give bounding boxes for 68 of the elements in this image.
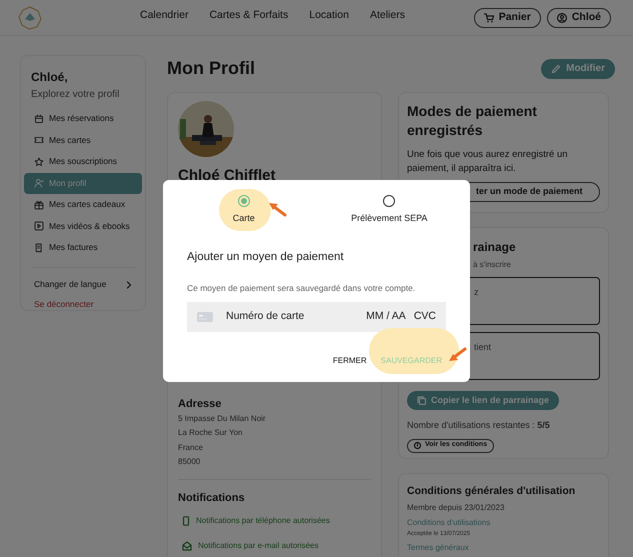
terms-link[interactable]: Conditions d'utilisations xyxy=(407,516,490,529)
sidebar-item[interactable]: Mon profil xyxy=(24,172,142,194)
section-title: Notifications xyxy=(178,491,246,506)
sidebar-item[interactable]: Mes factures xyxy=(24,237,142,258)
calendar-icon xyxy=(34,114,44,124)
star-icon xyxy=(34,156,44,167)
cart-icon xyxy=(484,12,494,22)
sidebar-item[interactable]: Mes vidéos & ebooks xyxy=(24,216,142,237)
user-icon xyxy=(34,178,44,188)
expiry-placeholder: MM / AA xyxy=(366,308,406,324)
section-title: Adresse xyxy=(178,396,222,412)
user-icon xyxy=(556,12,567,22)
terms-link[interactable]: Termes généraux xyxy=(407,542,469,554)
page-title: Mon Profil xyxy=(167,57,255,80)
arrow-icon xyxy=(446,346,467,362)
remaining-uses: Nombre d'utilisations restantes : 5/5 xyxy=(407,419,551,432)
radio-button[interactable] xyxy=(238,195,250,207)
copy-icon xyxy=(417,396,426,405)
dialog-title: Ajouter un moyen de paiement xyxy=(187,250,345,264)
credit-card-icon xyxy=(197,312,213,322)
nav-link[interactable]: Location xyxy=(309,8,349,24)
sidebar-item[interactable]: Mes cartes xyxy=(24,130,142,151)
ticket-icon xyxy=(34,135,44,146)
address-line: La Roche Sur Yon xyxy=(178,427,244,440)
card-title: rainage xyxy=(472,239,517,256)
address-line: France xyxy=(178,442,204,454)
card-title: Conditions générales d'utilisation xyxy=(407,484,576,499)
logo-icon xyxy=(18,6,42,30)
logout-link[interactable]: Se déconnecter xyxy=(24,298,104,310)
account-button[interactable]: Chloé xyxy=(546,8,611,28)
radio-button[interactable] xyxy=(383,195,396,207)
radio-label: Prélèvement SEPA xyxy=(351,212,428,225)
language-menu[interactable]: Changer de langue xyxy=(24,276,142,294)
radio-label: Carte xyxy=(232,212,255,225)
chevron-right-icon xyxy=(126,280,132,288)
info-icon xyxy=(414,442,421,449)
address-line: 5 Impasse Du Milan Noir xyxy=(178,413,267,425)
notification-status: Notifications par téléphone autorisées xyxy=(178,508,371,534)
nav-link[interactable]: Ateliers xyxy=(370,8,405,24)
nav-link[interactable]: Cartes & Forfaits xyxy=(209,8,288,24)
sidebar-item[interactable]: Mes cartes cadeaux xyxy=(24,194,142,216)
envelope-icon xyxy=(182,541,192,552)
sidebar-subtitle: Explorez votre profil xyxy=(30,88,120,102)
copy-link-button[interactable]: Copier le lien de parrainage xyxy=(407,391,560,410)
highlight xyxy=(218,189,271,231)
profile-name: Chloé Chifflet xyxy=(178,166,276,186)
card-subtitle: à s'inscrire xyxy=(472,259,512,271)
card-text: Une fois que vous aurez enregistré un paiement, il apparaîtra ici. xyxy=(407,148,569,176)
card-number-placeholder: Numéro de carte xyxy=(226,308,304,324)
edit-button[interactable]: Modifier xyxy=(541,58,615,78)
card-input-field[interactable]: Numéro de carte MM / AA CVC xyxy=(187,302,446,332)
gift-icon xyxy=(34,200,44,210)
notification-status: Notifications par e-mail autorisées xyxy=(178,534,371,557)
cvc-placeholder: CVC xyxy=(414,308,436,324)
address-line: 85000 xyxy=(178,456,202,468)
greeting: Chloé, xyxy=(30,69,69,86)
nav-link[interactable]: Calendrier xyxy=(140,8,188,24)
dialog-button[interactable]: FERMER xyxy=(332,354,367,366)
arrow-icon xyxy=(266,201,287,217)
sidebar-item[interactable]: Mes réservations xyxy=(24,108,142,130)
sidebar-item[interactable]: Mes souscriptions xyxy=(24,151,142,172)
receipt-icon xyxy=(34,242,44,253)
card-title: Modes de paiement enregistrés xyxy=(407,102,538,140)
member-since: Membre depuis 23/01/2023 xyxy=(407,502,506,514)
play-icon xyxy=(34,221,44,232)
pencil-icon xyxy=(551,64,562,74)
cart-button[interactable]: Panier xyxy=(474,8,541,28)
phone-icon xyxy=(182,516,190,526)
